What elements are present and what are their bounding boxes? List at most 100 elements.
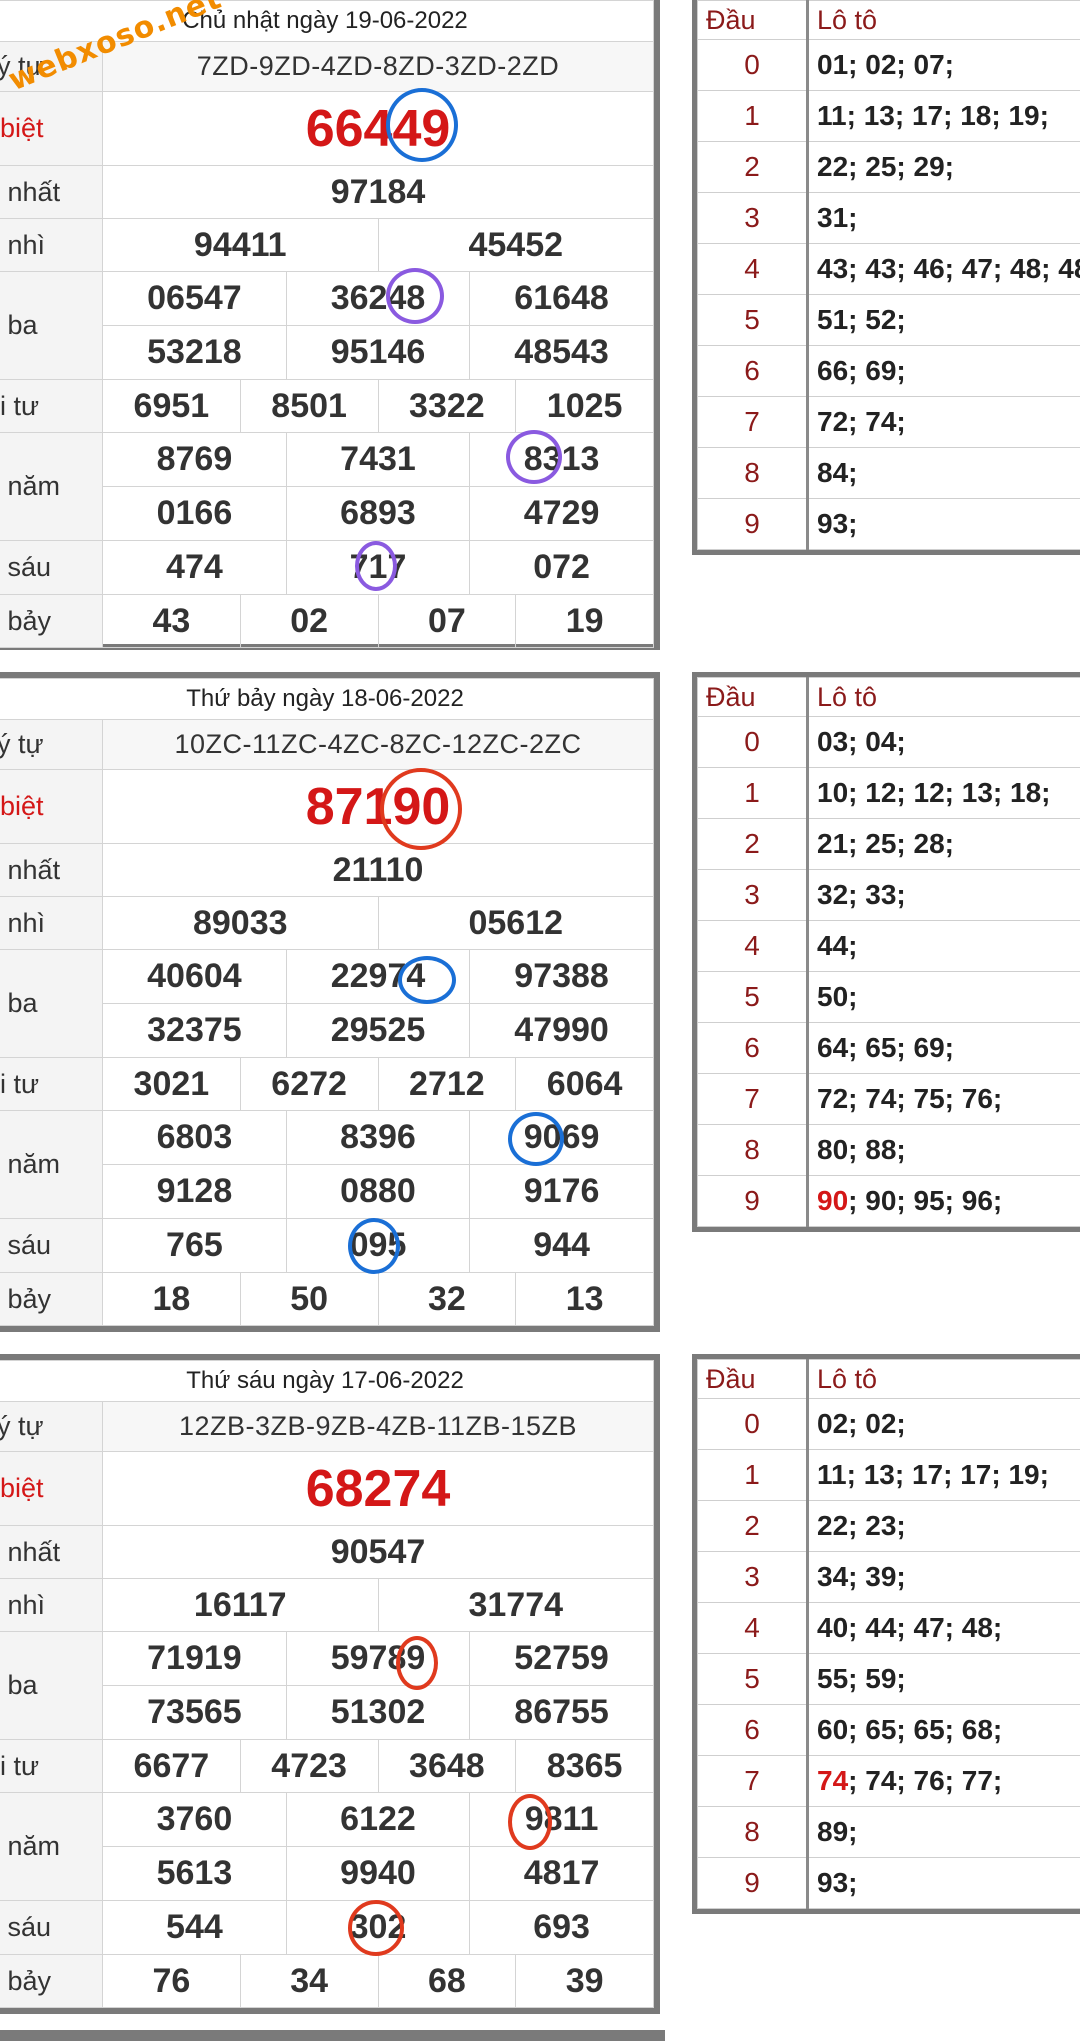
loto-values: 80; 88;	[807, 1124, 1080, 1176]
loto-dau: 1	[697, 1449, 809, 1501]
ky-hieu-value: 7ZD-9ZD-4ZD-8ZD-3ZD-2ZD	[102, 41, 654, 92]
loto-dau: 3	[697, 192, 809, 244]
fifth-prize-3: 8313	[523, 440, 600, 478]
loto-values: 21; 25; 28;	[807, 818, 1080, 870]
special-prize: 87190	[102, 769, 654, 844]
sixth-prize-3: 072	[533, 548, 590, 586]
sixth-prize-1: 474	[103, 541, 287, 594]
third-prize-6: 47990	[514, 1011, 609, 1049]
draw-date: Thứ bảy ngày 18-06-2022	[0, 678, 654, 720]
fifth-prize-6: 4729	[523, 494, 600, 532]
seventh-prize-4: 13	[515, 1272, 654, 1326]
label-sau: ải sáu	[0, 552, 52, 582]
fifth-prize-6: 9176	[523, 1172, 600, 1210]
loto-values: 40; 44; 47; 48;	[807, 1602, 1080, 1654]
seventh-prize-2: 02	[239, 594, 379, 648]
loto-values: 31;	[807, 192, 1080, 244]
loto-table-1: Đầu Lô tô 0 01; 02; 07; 1 11; 13; 17; 18; 1…	[692, 0, 1080, 555]
third-prize-1: 40604	[103, 950, 287, 1003]
fifth-prize-3: 9811	[524, 1800, 599, 1838]
third-prize-3: 97388	[514, 957, 609, 995]
loto-values: 50;	[807, 971, 1080, 1023]
third-prize-5: 95146	[286, 326, 471, 379]
third-prize-6: 48543	[514, 333, 609, 371]
fifth-prize-1: 3760	[103, 1793, 287, 1846]
loto-dau: 4	[697, 920, 809, 972]
label-dac-biet: c biệt	[0, 113, 44, 143]
loto-values: 90; 90; 95; 96;	[807, 1175, 1080, 1227]
loto-dau: 7	[697, 1755, 809, 1807]
third-prize-2: 36248	[286, 272, 471, 325]
loto-values: 93;	[807, 498, 1080, 550]
ky-hieu-value: 12ZB-3ZB-9ZB-4ZB-11ZB-15ZB	[102, 1401, 654, 1452]
third-prize-1: 71919	[103, 1632, 287, 1685]
label-ba: ải ba	[0, 1670, 38, 1700]
loto-header-loto: Lô tô	[807, 1359, 1080, 1399]
loto-dau: 7	[697, 1073, 809, 1125]
fourth-prize-2: 8501	[239, 379, 379, 433]
loto-header-loto: Lô tô	[807, 677, 1080, 717]
fifth-prize-2: 6122	[286, 1793, 471, 1846]
loto-dau: 1	[697, 767, 809, 819]
seventh-prize-3: 07	[377, 594, 517, 648]
fourth-prize-1: 6677	[102, 1739, 241, 1793]
loto-values: 02; 02;	[807, 1398, 1080, 1450]
third-prize-3: 61648	[514, 279, 609, 317]
loto-dau: 5	[697, 294, 809, 346]
label-nhat: ải nhất	[0, 854, 61, 885]
fourth-prize-4: 1025	[515, 379, 654, 433]
label-nhi: ải nhì	[0, 1589, 46, 1620]
loto-dau: 1	[697, 90, 809, 142]
label-dac-biet: c biệt	[0, 1473, 44, 1503]
fifth-prize-1: 8769	[103, 433, 287, 486]
loto-dau: 2	[697, 818, 809, 870]
sixth-prize-3: 693	[533, 1908, 590, 1946]
loto-values: 43; 43; 46; 47; 48; 48;	[807, 243, 1080, 295]
fourth-prize-3: 2712	[377, 1057, 517, 1111]
first-prize: 90547	[102, 1525, 654, 1579]
loto-dau: 8	[697, 1806, 809, 1858]
second-prize-1: 89033	[102, 896, 379, 950]
loto-header-dau: Đầu	[697, 677, 809, 717]
fifth-prize-4: 0166	[103, 487, 287, 540]
fifth-prize-4: 5613	[103, 1847, 287, 1900]
label-nam: ải năm	[0, 1831, 61, 1861]
fourth-prize-2: 6272	[239, 1057, 379, 1111]
sixth-prize-3: 944	[533, 1226, 590, 1264]
fourth-prize-1: 6951	[102, 379, 241, 433]
first-prize: 21110	[102, 843, 654, 897]
seventh-prize-4: 19	[515, 594, 654, 648]
loto-values: 01; 02; 07;	[807, 39, 1080, 91]
loto-dau: 0	[697, 716, 809, 768]
seventh-prize-3: 68	[377, 1954, 517, 2008]
seventh-prize-1: 43	[102, 594, 241, 648]
loto-dau: 9	[697, 1857, 809, 1909]
fifth-prize-1: 6803	[103, 1111, 287, 1164]
loto-values: 11; 13; 17; 18; 19;	[807, 90, 1080, 142]
draw-date: Thứ sáu ngày 17-06-2022	[0, 1360, 654, 1402]
loto-values: 32; 33;	[807, 869, 1080, 921]
loto-dau: 3	[697, 869, 809, 921]
loto-values: 03; 04;	[807, 716, 1080, 768]
loto-header-dau: Đầu	[697, 1359, 809, 1399]
fourth-prize-4: 6064	[515, 1057, 654, 1111]
label-ky-hieu: Ký tự	[0, 1411, 44, 1441]
seventh-prize-2: 50	[239, 1272, 379, 1326]
third-prize-1: 06547	[103, 272, 287, 325]
fourth-prize-2: 4723	[239, 1739, 379, 1793]
loto-dau: 4	[697, 243, 809, 295]
loto-highlight: 90	[817, 1185, 849, 1216]
loto-dau: 9	[697, 1175, 809, 1227]
loto-dau: 6	[697, 1704, 809, 1756]
loto-dau: 0	[697, 39, 809, 91]
fourth-prize-3: 3322	[377, 379, 517, 433]
fifth-prize-5: 0880	[286, 1165, 471, 1218]
third-prize-6: 86755	[514, 1693, 609, 1731]
second-prize-2: 31774	[377, 1578, 654, 1632]
divider	[0, 2030, 665, 2041]
label-nam: ải năm	[0, 471, 61, 501]
fourth-prize-4: 8365	[515, 1739, 654, 1793]
loto-values: 89;	[807, 1806, 1080, 1858]
label-bay: ải bảy	[0, 605, 52, 636]
sixth-prize-2: 095	[286, 1219, 471, 1272]
